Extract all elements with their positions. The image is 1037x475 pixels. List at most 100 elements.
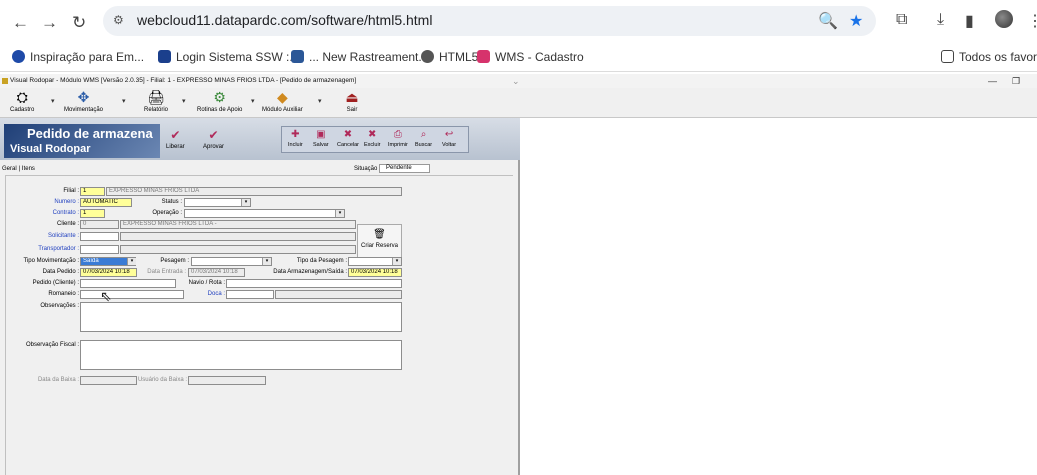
liberar-button[interactable]: ✔ Liberar bbox=[166, 128, 185, 150]
bookmark-item[interactable]: HTML5 bbox=[421, 50, 478, 64]
movimentacao-icon: ✥ bbox=[77, 89, 90, 105]
reserva-icon: 🗑 bbox=[373, 229, 386, 240]
romaneio-field[interactable] bbox=[80, 290, 184, 299]
observacoes-label: Observações : bbox=[40, 303, 79, 309]
tab-itens[interactable]: Itens bbox=[22, 166, 35, 172]
extensions-icon[interactable]: ⧉ bbox=[896, 11, 907, 29]
address-bar[interactable]: ⚙ webcloud11.datapardc.com/software/html… bbox=[103, 6, 876, 36]
imprimir-button[interactable]: ⎙ Imprimir bbox=[388, 129, 408, 148]
chevron-down-icon[interactable]: ▾ bbox=[51, 97, 55, 105]
download-icon[interactable]: ⤓ bbox=[937, 11, 944, 29]
buscar-icon: ⌕ bbox=[420, 129, 427, 140]
banner-title: Pedido de armazena bbox=[27, 126, 153, 141]
incluir-icon: ✚ bbox=[291, 129, 300, 140]
toolbar-movimentacao[interactable]: ✥ Movimentação bbox=[64, 89, 103, 113]
tipo-mov-label: Tipo Movimentação : bbox=[23, 258, 79, 264]
tipo-pesagem-select[interactable]: ▾ bbox=[348, 257, 402, 266]
data-armazenagem-field[interactable]: 07/03/2024 10:18 bbox=[348, 268, 402, 277]
chevron-down-icon[interactable]: ⌄ bbox=[512, 74, 520, 88]
doca-code-field[interactable] bbox=[226, 290, 274, 299]
chevron-down-icon[interactable]: ▾ bbox=[251, 97, 255, 105]
pesagem-select[interactable]: ▾ bbox=[191, 257, 272, 266]
obs-fiscal-textarea[interactable] bbox=[80, 340, 402, 370]
chevron-down-icon[interactable]: ▾ bbox=[122, 97, 126, 105]
toolbar-cadastro[interactable]: ⛭ Cadastro bbox=[10, 89, 34, 113]
tab-geral[interactable]: Geral bbox=[2, 166, 17, 172]
imprimir-icon: ⎙ bbox=[393, 129, 402, 140]
buscar-button[interactable]: ⌕ Buscar bbox=[415, 129, 432, 148]
chevron-down-icon[interactable]: ▾ bbox=[392, 258, 401, 265]
toolbar-sair[interactable]: ⏏ Sair bbox=[343, 89, 361, 113]
forward-icon[interactable]: → bbox=[41, 13, 58, 33]
contrato-field[interactable]: 1 bbox=[80, 209, 105, 218]
bookmark-item[interactable]: WMS - Cadastro bbox=[477, 50, 584, 64]
voltar-icon: ↩ bbox=[444, 129, 454, 140]
url-text[interactable]: webcloud11.datapardc.com/software/html5.… bbox=[137, 12, 432, 28]
transportador-code-field[interactable] bbox=[80, 245, 119, 254]
restore-icon[interactable]: ❐ bbox=[1012, 74, 1020, 88]
aprovar-button[interactable]: ✔ Aprovar bbox=[203, 128, 224, 150]
filial-name-field: EXPRESSO MINAS FRIOS LTDA bbox=[106, 187, 402, 196]
chevron-down-icon[interactable]: ▾ bbox=[241, 199, 250, 206]
salvar-icon: ▣ bbox=[316, 129, 326, 140]
criar-reserva-button[interactable]: 🗑 Criar Reserva bbox=[357, 224, 402, 258]
chevron-down-icon[interactable]: ▾ bbox=[335, 210, 344, 217]
observacoes-textarea[interactable] bbox=[80, 302, 402, 332]
site-settings-icon[interactable]: ⚙ bbox=[113, 13, 124, 27]
excluir-button[interactable]: ✖ Excluir bbox=[364, 129, 381, 148]
data-pedido-label: Data Pedido : bbox=[42, 269, 79, 275]
chevron-down-icon[interactable]: ▾ bbox=[318, 97, 322, 105]
status-label: Status : bbox=[161, 199, 182, 205]
data-pedido-field[interactable]: 07/03/2024 10:18 bbox=[80, 268, 137, 277]
voltar-button[interactable]: ↩ Voltar bbox=[442, 129, 456, 148]
pesagem-label: Pesagem : bbox=[160, 258, 189, 264]
app-title: Visual Rodopar - Módulo WMS [Versão 2.0.… bbox=[10, 77, 357, 84]
data-baixa-label: Data da Baixa : bbox=[37, 377, 79, 383]
cliente-code-field: 0 bbox=[80, 220, 119, 229]
toolbar-rotinas[interactable]: ⚙ Rotinas de Apoio bbox=[197, 89, 242, 113]
status-select[interactable]: ▾ bbox=[184, 198, 251, 207]
form-banner: Pedido de armazena Visual Rodopar ✔ Liber… bbox=[0, 118, 520, 160]
profile-avatar[interactable] bbox=[995, 10, 1013, 28]
filial-label: Filial : bbox=[63, 188, 79, 194]
bookmark-icon bbox=[477, 50, 490, 63]
salvar-button[interactable]: ▣ Salvar bbox=[313, 129, 329, 148]
relatorio-icon: 🖨 bbox=[147, 89, 165, 105]
solicitante-code-field[interactable] bbox=[80, 232, 119, 241]
numero-field[interactable]: AUTOMATIC bbox=[80, 198, 132, 207]
filial-code-field[interactable]: 1 bbox=[80, 187, 105, 196]
back-icon[interactable]: ← bbox=[12, 13, 29, 33]
folder-icon bbox=[941, 50, 954, 63]
modulo-auxiliar-icon: ◆ bbox=[276, 89, 288, 105]
toolbar-relatorio[interactable]: 🖨 Relatório bbox=[144, 89, 168, 113]
romaneio-label: Romaneio : bbox=[48, 291, 79, 297]
form-body: Filial : 1 EXPRESSO MINAS FRIOS LTDA Num… bbox=[5, 175, 513, 475]
incluir-button[interactable]: ✚ Incluir bbox=[288, 129, 303, 148]
cliente-label: Cliente : bbox=[56, 221, 79, 227]
minimize-icon[interactable]: — bbox=[988, 74, 997, 88]
cancelar-button[interactable]: ✖ Cancelar bbox=[337, 129, 359, 148]
aprovar-icon: ✔ bbox=[208, 128, 219, 142]
situacao-label: Situação : bbox=[354, 166, 381, 172]
toolbar-modulo-auxiliar[interactable]: ◆ Módulo Auxiliar bbox=[262, 89, 303, 113]
reload-icon[interactable]: ↻ bbox=[72, 13, 86, 33]
data-entrada-field: 07/03/2024 10:18 bbox=[188, 268, 245, 277]
chevron-down-icon[interactable]: ▾ bbox=[182, 97, 186, 105]
form-panel: Pedido de armazena Visual Rodopar ✔ Liber… bbox=[0, 118, 520, 475]
star-icon[interactable]: ★ bbox=[849, 11, 863, 31]
sidepanel-icon[interactable]: ▮ bbox=[965, 11, 974, 31]
bookmark-item[interactable]: Inspiração para Em... bbox=[12, 50, 144, 64]
doca-name-field bbox=[275, 290, 402, 299]
browser-toolbar: ← → ↻ ⚙ webcloud11.datapardc.com/softwar… bbox=[0, 0, 1037, 44]
tipo-pesagem-label: Tipo da Pesagem : bbox=[296, 258, 347, 264]
pedido-cliente-field[interactable] bbox=[80, 279, 176, 288]
operacao-select[interactable]: ▾ bbox=[184, 209, 345, 218]
bookmark-item[interactable]: ... New Rastreament... bbox=[291, 50, 428, 64]
navio-rota-field[interactable] bbox=[226, 279, 402, 288]
menu-icon[interactable]: ⋮ bbox=[1027, 11, 1037, 31]
other-bookmarks[interactable]: Todos os favorito bbox=[941, 50, 1037, 64]
chevron-down-icon[interactable]: ▾ bbox=[262, 258, 271, 265]
bookmark-item[interactable]: Login Sistema SSW :... bbox=[158, 50, 299, 64]
chevron-down-icon[interactable]: ▾ bbox=[127, 258, 136, 265]
zoom-icon[interactable]: 🔍 bbox=[818, 11, 838, 31]
